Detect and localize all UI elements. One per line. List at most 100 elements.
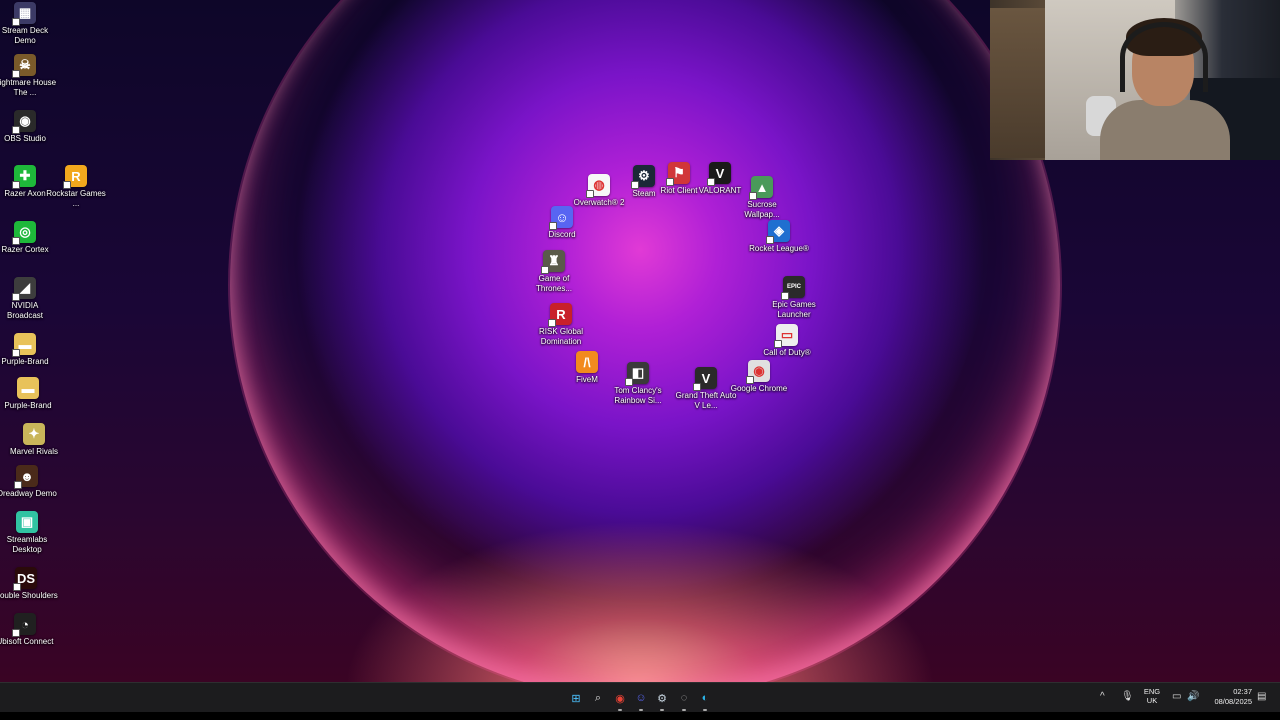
icon-glyph: ♜ — [548, 253, 560, 268]
desktop-icon-label: RISK Global Domination — [538, 327, 584, 346]
desktop-icon-label: OBS Studio — [4, 134, 46, 143]
clock-time: 02:37 — [1233, 687, 1252, 696]
desktop-icon-rocket-league[interactable]: ◈ Rocket League® — [747, 220, 811, 254]
icon-glyph: ☻ — [20, 468, 34, 484]
desktop-icon-label: Rocket League® — [749, 244, 809, 253]
wallpaper-glow — [230, 0, 1060, 682]
running-indicator — [703, 709, 707, 711]
shortcut-arrow-icon — [774, 340, 782, 348]
shortcut-arrow-icon — [749, 192, 757, 200]
webcam-door — [990, 8, 1047, 158]
taskbar-obs-icon: ◌ — [680, 692, 688, 704]
taskbar-discord-icon: ☺ — [635, 692, 647, 704]
desktop-icon-game-of-thrones[interactable]: ♜ Game of Thrones... — [522, 250, 586, 294]
icon-glyph: ☠ — [19, 57, 31, 72]
game-of-thrones-icon: ♜ — [541, 250, 565, 274]
running-indicator — [639, 709, 643, 711]
desktop-icon-streamlabs[interactable]: ▣ Streamlabs Desktop — [0, 511, 59, 555]
shortcut-arrow-icon — [12, 181, 20, 189]
language-indicator[interactable]: ENG UK — [1140, 687, 1164, 705]
desktop-icon-epic-games[interactable]: EPIC Epic Games Launcher — [762, 276, 826, 320]
desktop-icon-label: Streamlabs Desktop — [6, 535, 48, 554]
clock[interactable]: 02:37 08/08/2025 — [1205, 687, 1252, 707]
icon-glyph: V — [701, 370, 711, 386]
desktop-icon-label: Purple-Brand — [1, 357, 49, 366]
tray-overflow-chevron-icon[interactable]: ^ — [1100, 691, 1105, 702]
icon-glyph: ☺ — [555, 209, 569, 225]
notification-icon[interactable]: ▤ — [1257, 691, 1266, 702]
shortcut-arrow-icon — [586, 190, 594, 198]
shortcut-arrow-icon — [548, 319, 556, 327]
desktop-icon-chrome[interactable]: ◉ Google Chrome — [727, 360, 791, 394]
desktop-icon-risk[interactable]: R RISK Global Domination — [529, 303, 593, 347]
shortcut-arrow-icon — [746, 376, 754, 384]
taskbar-obs[interactable]: ◌ — [675, 689, 693, 711]
riot-client-icon: ⚑ — [666, 162, 690, 186]
running-indicator — [660, 709, 664, 711]
desktop-icon-discord[interactable]: ☺ Discord — [530, 206, 594, 240]
clock-date: 08/08/2025 — [1214, 697, 1252, 706]
icon-glyph: /\ — [583, 354, 591, 370]
shortcut-arrow-icon — [625, 378, 633, 386]
nightmare-house-icon: ☠ — [12, 54, 36, 78]
search-button[interactable]: ⌕ — [589, 689, 607, 707]
shortcut-arrow-icon — [707, 178, 715, 186]
dreadway-icon: ☻ — [14, 465, 38, 489]
shortcut-arrow-icon — [12, 18, 20, 26]
icon-glyph: ◍ — [593, 177, 605, 192]
desktop-icon-folder[interactable]: ▬ Purple-Brand — [0, 377, 60, 411]
shortcut-arrow-icon — [693, 383, 701, 391]
desktop-icon-ubisoft-connect[interactable]: ◔ Ubisoft Connect — [0, 613, 57, 647]
desktop-icon-double-shoulders[interactable]: DS Double Shoulders — [0, 567, 58, 601]
webcam-overlay — [990, 0, 1280, 160]
rainbow-six-icon: ◧ — [625, 362, 649, 386]
microphone-icon[interactable]: 🎙 — [1121, 691, 1134, 702]
desktop-icon-nvidia-broadcast[interactable]: ◢ NVIDIA Broadcast — [0, 277, 57, 321]
desktop-icon-call-of-duty[interactable]: ▭ Call of Duty® — [755, 324, 819, 358]
shortcut-arrow-icon — [541, 266, 549, 274]
icon-glyph: ◎ — [19, 224, 31, 239]
taskbar-edge[interactable]: ◐ — [696, 689, 714, 711]
desktop-icon-sucrose-wallpaper[interactable]: ▲ Sucrose Wallpap... — [730, 176, 794, 220]
taskbar: ⊞ ⌕ ◉ ☺ ⚙ ◌ ◐ ^ 🎙 ENG UK ▭ 🔊 02:37 08/08/2025 … — [0, 682, 1280, 713]
taskbar-chrome[interactable]: ◉ — [611, 689, 629, 711]
volume-icon[interactable]: 🔊 — [1187, 691, 1199, 702]
desktop-icon-folder[interactable]: ▬ Purple-Brand — [0, 333, 57, 367]
chrome-icon: ◉ — [746, 360, 770, 384]
desktop-icon-label: Discord — [548, 230, 576, 239]
webcam-person-body — [1100, 100, 1230, 160]
icon-glyph: ✚ — [19, 168, 31, 183]
desktop-icon-rainbow-six[interactable]: ◧ Tom Clancy's Rainbow Si... — [606, 362, 670, 406]
desktop-icon-stream-deck[interactable]: ▦ Stream Deck Demo — [0, 2, 57, 46]
icon-glyph: ▲ — [755, 179, 769, 195]
desktop-icon-label: Ubisoft Connect — [0, 637, 54, 646]
obs-studio-icon: ◉ — [12, 110, 36, 134]
start-button[interactable]: ⊞ — [567, 689, 585, 707]
nvidia-broadcast-icon: ◢ — [12, 277, 36, 301]
icon-glyph: ◉ — [19, 113, 31, 128]
taskbar-steam[interactable]: ⚙ — [653, 689, 671, 711]
icon-glyph: ⚑ — [673, 165, 685, 180]
desktop-icon-label: Tom Clancy's Rainbow Si... — [614, 386, 662, 405]
shortcut-arrow-icon — [13, 583, 21, 591]
desktop-icon-obs-studio[interactable]: ◉ OBS Studio — [0, 110, 57, 144]
desktop-icon-rockstar-games[interactable]: R Rockstar Games ... — [44, 165, 108, 209]
gta-v-icon: V — [693, 367, 717, 391]
rocket-league-icon: ◈ — [766, 220, 790, 244]
icon-glyph: ▭ — [780, 327, 794, 342]
network-icon[interactable]: ▭ — [1172, 691, 1181, 702]
razer-cortex-icon: ◎ — [12, 221, 36, 245]
rockstar-games-icon: R — [63, 165, 87, 189]
valorant-icon: V — [707, 162, 731, 186]
desktop-icon-label: Call of Duty® — [763, 348, 811, 357]
desktop-icon-marvel-rivals[interactable]: ✦ Marvel Rivals — [2, 423, 66, 457]
taskbar-edge-icon: ◐ — [701, 692, 709, 704]
shortcut-arrow-icon — [766, 236, 774, 244]
desktop-icon-nightmare-house[interactable]: ☠ Nightmare House The ... — [0, 54, 57, 98]
taskbar-discord[interactable]: ☺ — [632, 689, 650, 711]
desktop-icon-razer-cortex[interactable]: ◎ Razer Cortex — [0, 221, 57, 255]
icon-glyph: ◔ — [21, 616, 29, 632]
overwatch-icon: ◍ — [586, 174, 610, 198]
icon-glyph: ▬ — [18, 336, 32, 352]
desktop-icon-dreadway[interactable]: ☻ Dreadway Demo — [0, 465, 59, 499]
